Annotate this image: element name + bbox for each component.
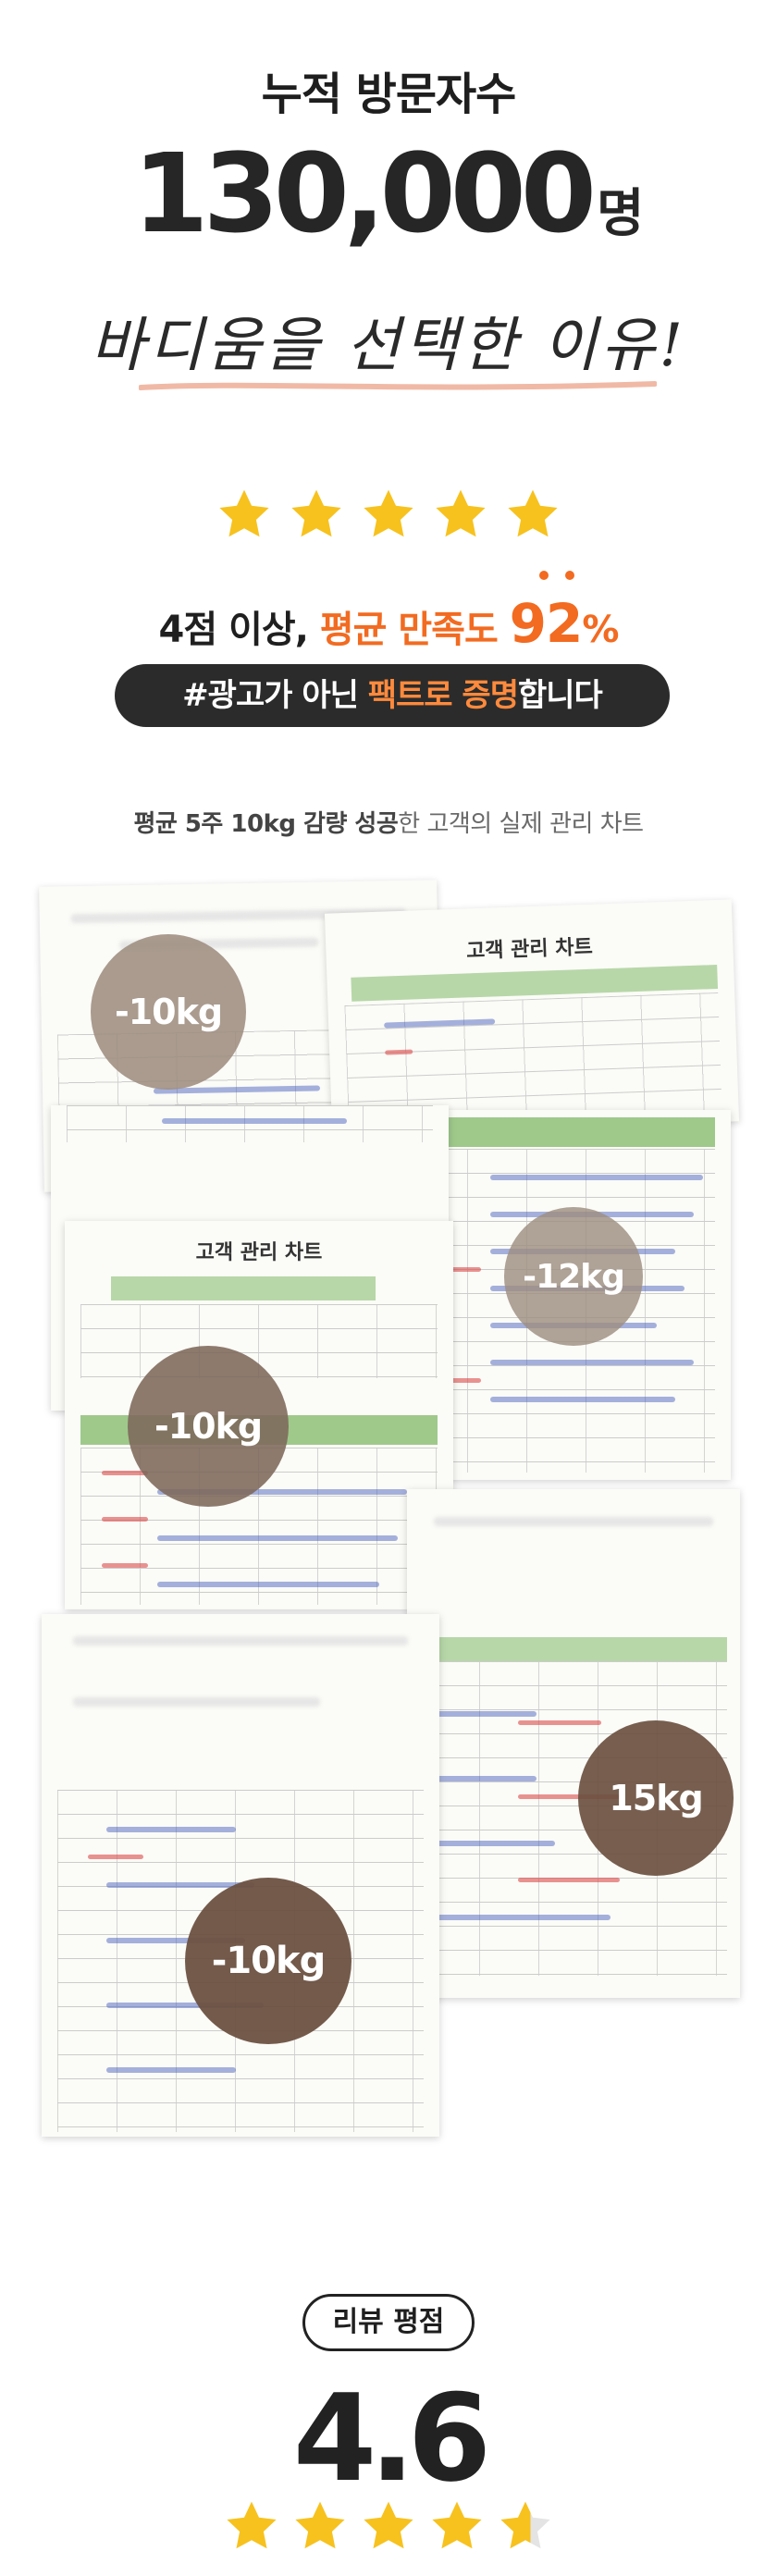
satisfaction-line: 4점 이상, 평균 만족도 92% bbox=[0, 592, 777, 655]
pill-prefix: #광고가 아닌 bbox=[182, 677, 368, 714]
review-score: 4.6 bbox=[292, 2368, 491, 2508]
pill-suffix: 합니다 bbox=[517, 677, 603, 714]
visitor-heading: 누적 방문자수 bbox=[261, 68, 517, 120]
review-rating-label: 리뷰 평점 bbox=[302, 2294, 475, 2351]
visitor-count-unit: 명 bbox=[596, 184, 645, 244]
weight-loss-badge: -10kg bbox=[91, 934, 246, 1090]
five-star-rating bbox=[0, 486, 777, 547]
charts-caption-rest: 한 고객의 실제 관리 차트 bbox=[398, 810, 644, 838]
star-icon bbox=[219, 489, 269, 537]
chart-photo-7 bbox=[42, 1614, 439, 2137]
star-icon bbox=[295, 2501, 345, 2549]
visitor-count-number: 130,000 bbox=[132, 129, 597, 257]
star-icon bbox=[364, 489, 413, 537]
charts-caption-bold: 평균 5주 10kg 감량 성공 bbox=[133, 810, 399, 838]
weight-loss-badge: 15kg bbox=[578, 1720, 734, 1876]
pill-highlight: 팩트로 증명 bbox=[367, 677, 519, 714]
star-icon bbox=[364, 2501, 413, 2549]
charts-caption: 평균 5주 10kg 감량 성공한 고객의 실제 관리 차트 bbox=[0, 805, 777, 839]
star-icon bbox=[227, 2501, 277, 2549]
weight-loss-badge: -10kg bbox=[185, 1878, 352, 2044]
chart-photo-title: 고객 관리 차트 bbox=[465, 935, 594, 964]
satisfaction-unit: % bbox=[582, 609, 619, 651]
star-icon bbox=[432, 2501, 482, 2549]
star-icon bbox=[291, 489, 341, 537]
satisfaction-label: 평균 만족도 bbox=[319, 609, 510, 651]
chart-photo-title: 고객 관리 차트 bbox=[195, 1241, 323, 1264]
satisfaction-value: 92 bbox=[509, 592, 584, 655]
weight-loss-badge: -12kg bbox=[504, 1207, 643, 1346]
weight-loss-badge: -10kg bbox=[128, 1346, 289, 1507]
satisfaction-prefix: 4점 이상, bbox=[158, 609, 320, 651]
half-star-icon bbox=[500, 2501, 550, 2549]
visitor-count: 130,000 명 bbox=[0, 129, 777, 257]
emphasis-dots bbox=[539, 571, 574, 580]
review-star-rating bbox=[0, 2497, 777, 2558]
star-icon bbox=[436, 489, 486, 537]
reason-script-heading: 바디움을 선택한 이유! bbox=[90, 312, 687, 380]
star-icon bbox=[508, 489, 558, 537]
script-underline-decoration bbox=[139, 381, 657, 390]
fact-proof-pill: #광고가 아닌 팩트로 증명합니다 bbox=[115, 664, 670, 727]
chart-photo-2: 고객 관리 차트 bbox=[324, 899, 740, 1136]
